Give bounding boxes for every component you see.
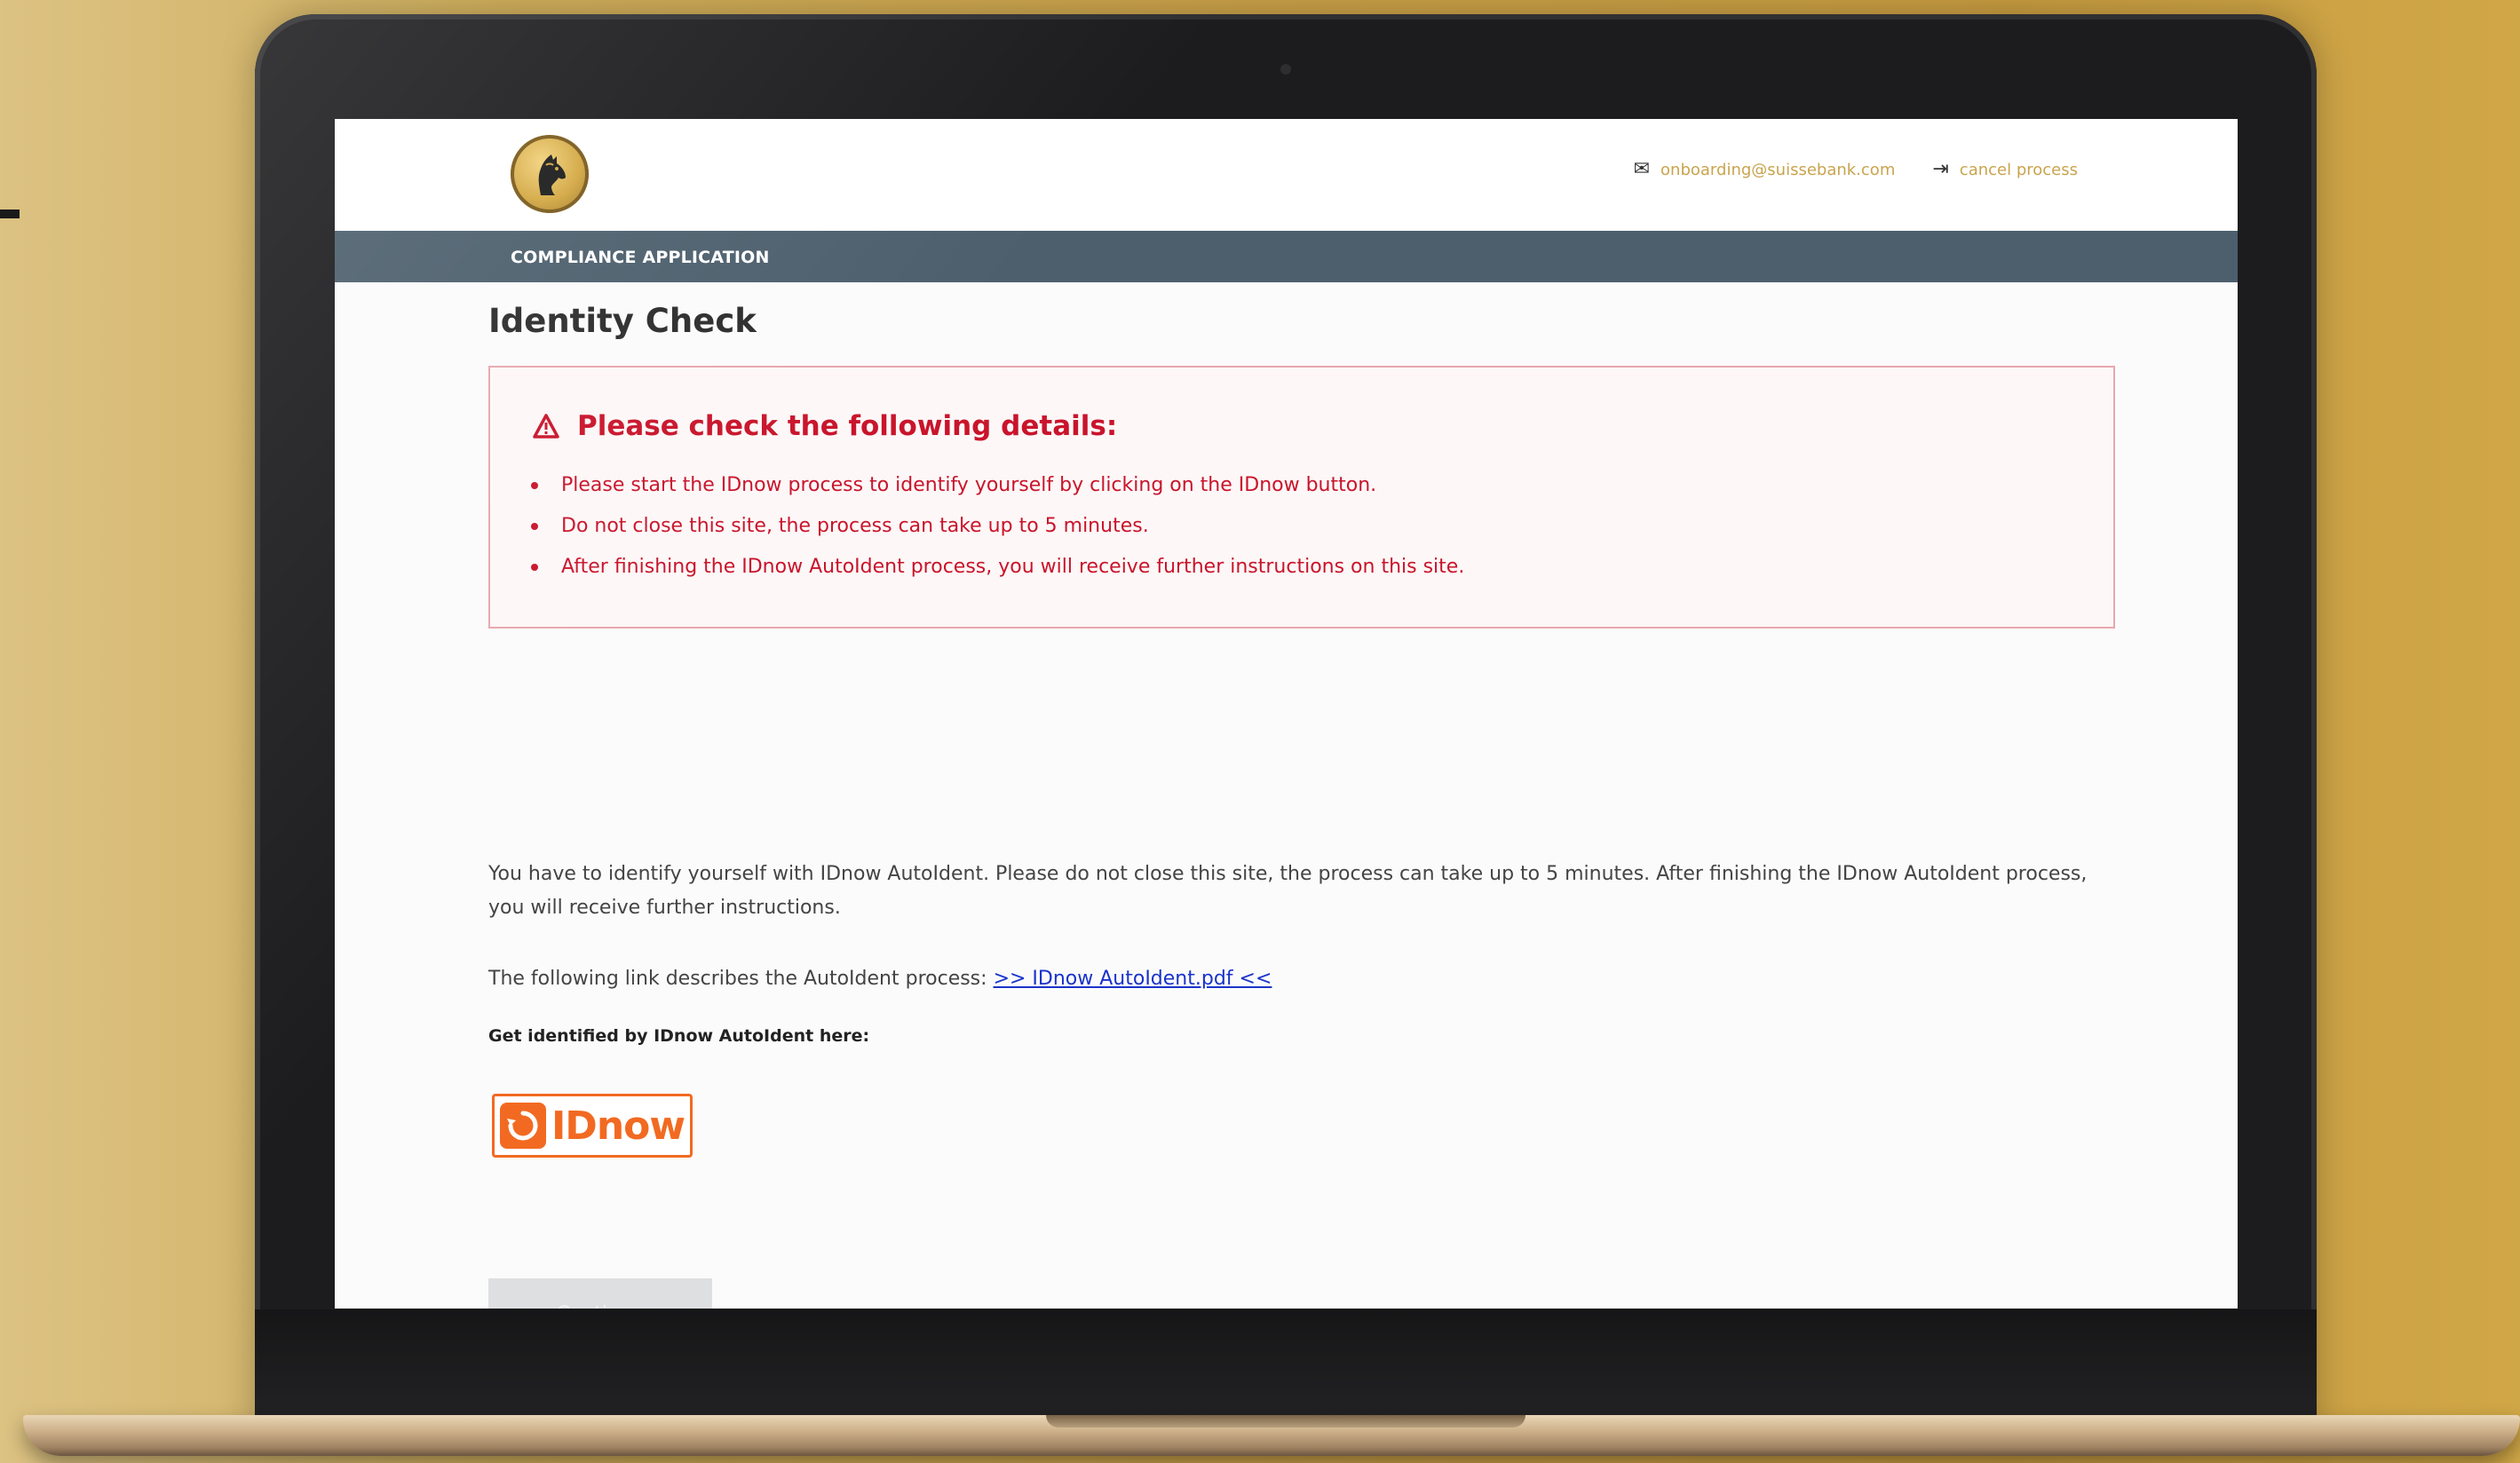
top-header: ✉ onboarding@suissebank.com ⇥ cancel pro… xyxy=(335,119,2238,231)
laptop-base-notch xyxy=(1046,1415,1525,1427)
page-title: Identity Check xyxy=(488,302,757,340)
alert-item: After finishing the IDnow AutoIdent proc… xyxy=(529,554,1464,595)
header-links: ✉ onboarding@suissebank.com ⇥ cancel pro… xyxy=(1634,160,2078,179)
browser-screen: ✉ onboarding@suissebank.com ⇥ cancel pro… xyxy=(335,119,2238,1309)
idnow-button-text: IDnow xyxy=(551,1103,685,1149)
mail-icon: ✉ xyxy=(1633,158,1651,180)
cancel-process-text: cancel process xyxy=(1959,160,2078,179)
autoident-link-line: The following link describes the AutoIde… xyxy=(488,968,1272,990)
link-prefix: The following link describes the AutoIde… xyxy=(488,968,994,990)
alert-box: Please check the following details: Plea… xyxy=(488,366,2115,629)
alert-item: Do not close this site, the process can … xyxy=(529,513,1464,554)
laptop-bezel-bottom xyxy=(255,1309,2317,1420)
intro-text: You have to identify yourself with IDnow… xyxy=(488,863,2088,919)
alert-heading: Please check the following details: xyxy=(533,410,1117,442)
autoident-pdf-link[interactable]: >> IDnow AutoIdent.pdf << xyxy=(994,968,1272,990)
horse-logo[interactable] xyxy=(511,135,589,213)
horse-logo-icon xyxy=(538,154,566,195)
nav-title: COMPLIANCE APPLICATION xyxy=(511,248,770,267)
idnow-logo-icon xyxy=(499,1103,546,1149)
laptop-camera xyxy=(1280,64,1291,75)
continue-button[interactable]: Continue xyxy=(488,1278,712,1309)
idnow-button[interactable]: IDnow xyxy=(492,1094,693,1158)
get-identified-label: Get identified by IDnow AutoIdent here: xyxy=(488,1026,870,1046)
nav-bar: COMPLIANCE APPLICATION xyxy=(335,231,2238,282)
alert-list: Please start the IDnow process to identi… xyxy=(529,472,1464,595)
sign-out-icon: ⇥ xyxy=(1932,158,1949,180)
cancel-process-link[interactable]: ⇥ cancel process xyxy=(1932,160,2078,179)
email-link[interactable]: ✉ onboarding@suissebank.com xyxy=(1634,160,1896,179)
warning-icon xyxy=(533,414,559,439)
alert-heading-text: Please check the following details: xyxy=(577,410,1118,442)
alert-item: Please start the IDnow process to identi… xyxy=(529,472,1464,513)
email-link-text: onboarding@suissebank.com xyxy=(1660,160,1896,179)
background-dash xyxy=(0,210,20,218)
